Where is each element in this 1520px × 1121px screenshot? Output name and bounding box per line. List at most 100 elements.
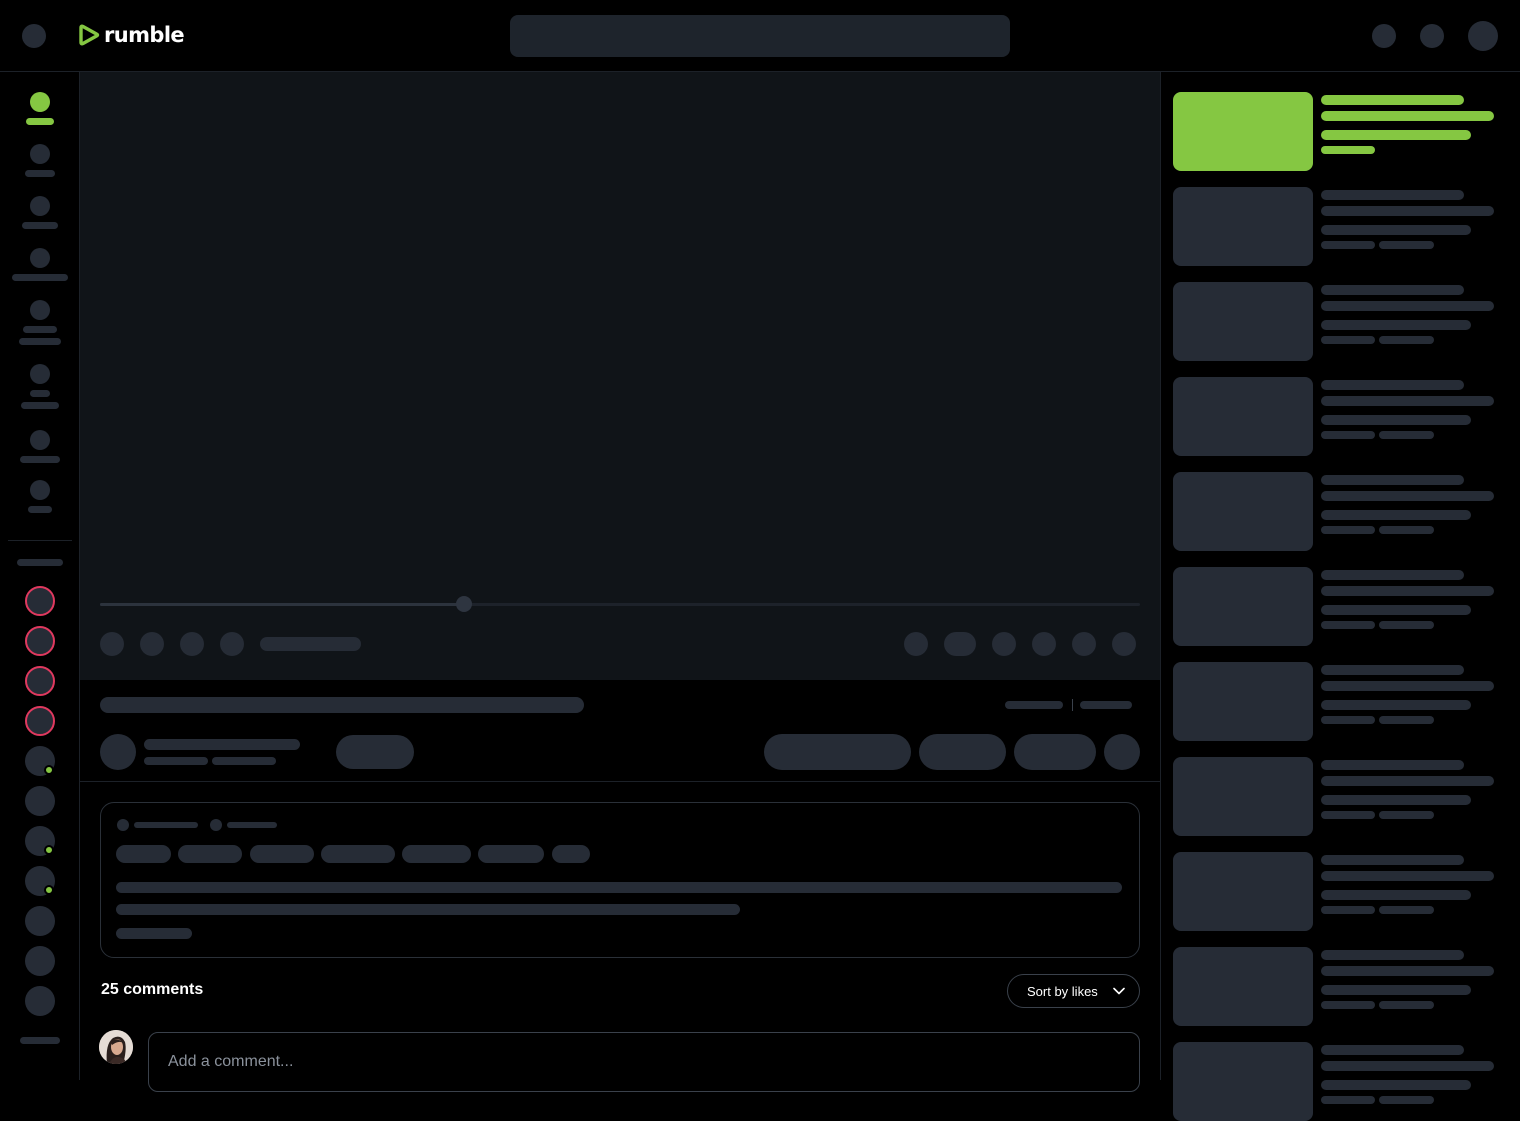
menu-icon[interactable] <box>22 24 46 48</box>
tag-chip[interactable] <box>552 845 590 863</box>
video-meta-line <box>1379 1096 1434 1104</box>
more-options-icon[interactable] <box>1104 734 1140 770</box>
sidebar-item-nav[interactable] <box>0 364 80 412</box>
related-video-card[interactable] <box>1161 377 1520 456</box>
description-card[interactable] <box>100 802 1140 958</box>
play-icon[interactable] <box>100 632 124 656</box>
search-bar[interactable] <box>510 15 1010 57</box>
account-avatar[interactable] <box>1468 21 1498 51</box>
tag-chip[interactable] <box>402 845 471 863</box>
subscription-avatar-live[interactable] <box>25 666 55 696</box>
video-meta-line <box>1321 906 1375 914</box>
subscription-avatar-live[interactable] <box>25 626 55 656</box>
related-video-card[interactable] <box>1161 567 1520 646</box>
scrubber-handle[interactable] <box>456 596 472 612</box>
subscription-avatar-live[interactable] <box>25 586 55 616</box>
show-more-link[interactable] <box>20 1037 60 1044</box>
video-player[interactable] <box>80 72 1160 680</box>
subscription-avatar[interactable] <box>25 946 55 976</box>
share-button[interactable] <box>919 734 1006 770</box>
sidebar-item-nav[interactable] <box>0 430 80 466</box>
volume-icon[interactable] <box>180 632 204 656</box>
show-more-button[interactable] <box>116 928 192 939</box>
video-thumbnail[interactable] <box>1173 92 1313 171</box>
next-icon[interactable] <box>140 632 164 656</box>
rumble-logo[interactable]: rumble <box>78 22 185 48</box>
sidebar-item-home[interactable] <box>0 92 80 128</box>
nav-icon <box>30 248 50 268</box>
video-thumbnail[interactable] <box>1173 472 1313 551</box>
video-thumbnail[interactable] <box>1173 567 1313 646</box>
channel-avatar[interactable] <box>100 734 136 770</box>
related-video-card[interactable] <box>1161 1042 1520 1121</box>
video-thumbnail[interactable] <box>1173 662 1313 741</box>
video-thumbnail[interactable] <box>1173 1042 1313 1121</box>
tag-chip[interactable] <box>321 845 395 863</box>
sidebar-item-label <box>25 170 55 177</box>
nav-icon <box>30 364 50 384</box>
sidebar-item-nav[interactable] <box>0 248 80 284</box>
user-avatar[interactable] <box>99 1030 133 1064</box>
channel-name[interactable] <box>144 739 300 750</box>
related-video-card[interactable] <box>1161 282 1520 361</box>
related-video-card[interactable] <box>1161 472 1520 551</box>
sidebar-item-nav[interactable] <box>0 144 80 180</box>
tag-chip[interactable] <box>178 845 242 863</box>
video-thumbnail[interactable] <box>1173 947 1313 1026</box>
captions-icon[interactable] <box>904 632 928 656</box>
video-title-line <box>1321 570 1464 580</box>
progress-track[interactable] <box>100 596 1140 612</box>
channel-line <box>1321 510 1471 520</box>
fullscreen-icon[interactable] <box>1112 632 1136 656</box>
tag-chip[interactable] <box>250 845 314 863</box>
related-video-card[interactable] <box>1161 757 1520 836</box>
notifications-icon[interactable] <box>1420 24 1444 48</box>
pip-icon[interactable] <box>1032 632 1056 656</box>
video-thumbnail[interactable] <box>1173 187 1313 266</box>
video-meta-line <box>1379 526 1434 534</box>
video-title-line <box>1321 1061 1494 1071</box>
related-video-card[interactable] <box>1161 662 1520 741</box>
video-meta-line <box>1321 621 1375 629</box>
time-display <box>260 637 361 651</box>
nav-icon <box>30 144 50 164</box>
related-video-card[interactable] <box>1161 92 1520 171</box>
channel-line <box>1321 130 1471 140</box>
related-video-card[interactable] <box>1161 187 1520 266</box>
subscription-avatar[interactable] <box>25 786 55 816</box>
user-photo <box>99 1030 133 1064</box>
sidebar-item-nav[interactable] <box>0 300 80 348</box>
video-title-line <box>1321 681 1494 691</box>
upload-icon[interactable] <box>1372 24 1396 48</box>
video-title-line <box>1321 966 1494 976</box>
theater-mode-icon[interactable] <box>1072 632 1096 656</box>
embed-button[interactable] <box>1014 734 1096 770</box>
subscription-avatar[interactable] <box>25 906 55 936</box>
online-indicator <box>44 885 54 895</box>
like-dislike-button[interactable] <box>764 734 911 770</box>
playback-speed-button[interactable] <box>944 632 976 656</box>
related-videos <box>1160 72 1520 1121</box>
settings-icon[interactable] <box>992 632 1016 656</box>
video-title-line <box>1321 396 1494 406</box>
sidebar-item-nav[interactable] <box>0 480 80 516</box>
related-video-card[interactable] <box>1161 852 1520 931</box>
tag-chip[interactable] <box>116 845 171 863</box>
follow-button[interactable] <box>336 735 414 769</box>
video-thumbnail[interactable] <box>1173 377 1313 456</box>
upload-date <box>1080 701 1132 709</box>
sidebar-item-nav[interactable] <box>0 196 80 232</box>
related-video-card[interactable] <box>1161 947 1520 1026</box>
tag-chip[interactable] <box>478 845 544 863</box>
video-title-line <box>1321 491 1494 501</box>
subscription-avatar-live[interactable] <box>25 706 55 736</box>
comment-input[interactable] <box>148 1032 1140 1092</box>
sort-dropdown[interactable]: Sort by likes <box>1007 974 1140 1008</box>
video-title-line <box>1321 855 1464 865</box>
video-thumbnail[interactable] <box>1173 852 1313 931</box>
calendar-icon <box>210 819 222 831</box>
video-thumbnail[interactable] <box>1173 282 1313 361</box>
rewind-icon[interactable] <box>220 632 244 656</box>
video-thumbnail[interactable] <box>1173 757 1313 836</box>
subscription-avatar[interactable] <box>25 986 55 1016</box>
